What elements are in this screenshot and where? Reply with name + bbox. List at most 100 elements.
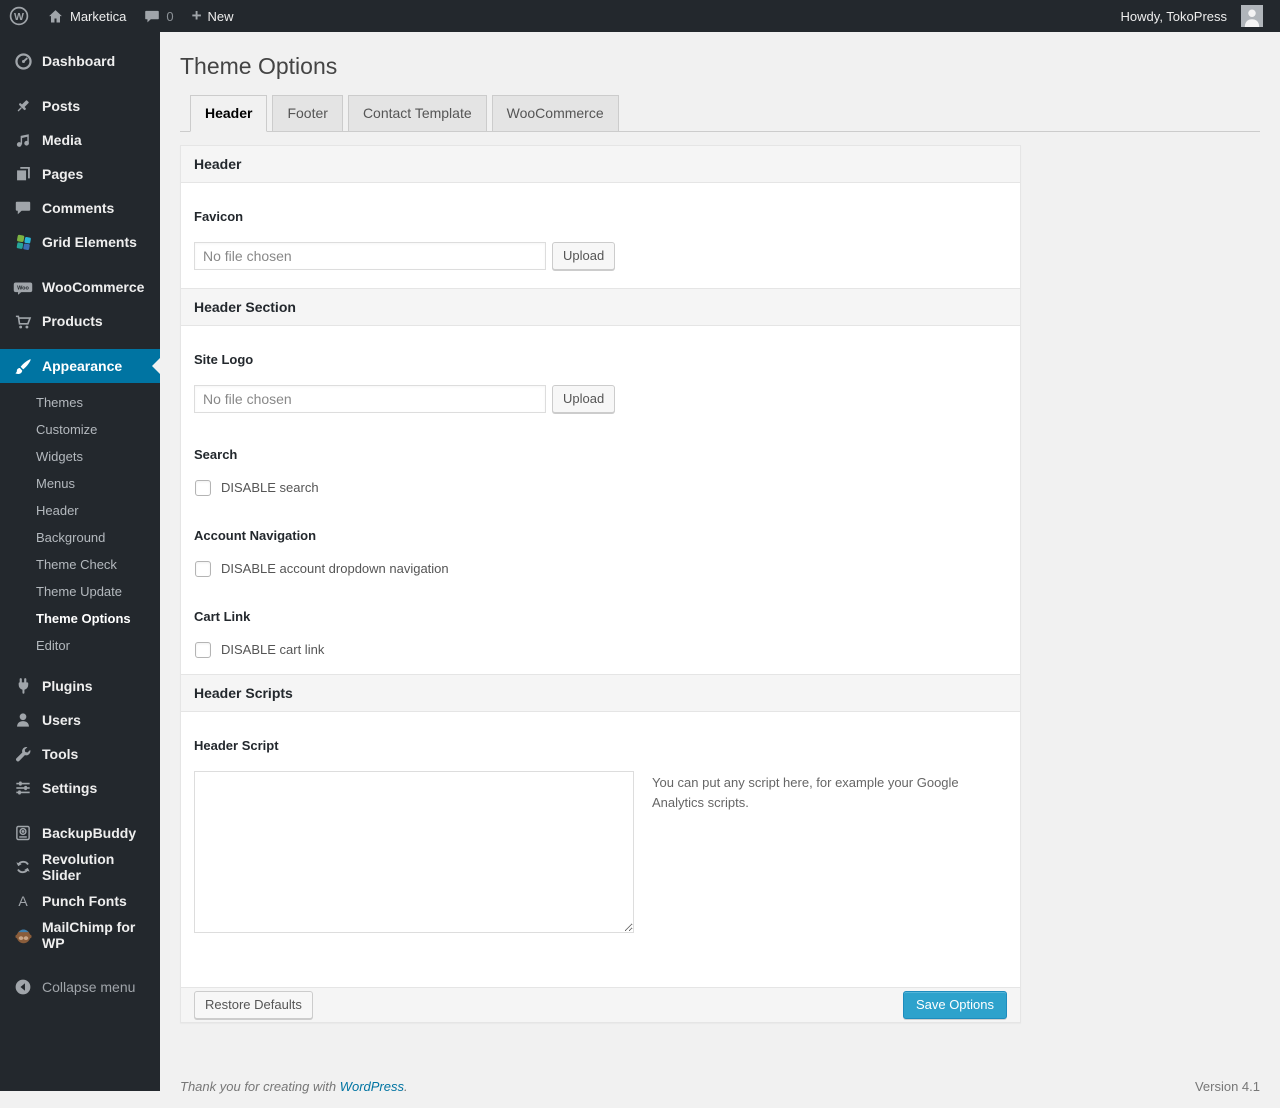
sidebar-item-woocommerce[interactable]: Woo WooCommerce <box>0 270 160 304</box>
sidebar-item-label: Punch Fonts <box>42 893 127 909</box>
sidebar-item-backupbuddy[interactable]: BackupBuddy <box>0 816 160 850</box>
favicon-file-input[interactable] <box>194 242 546 270</box>
new-label: New <box>208 9 234 24</box>
credit-prefix: Thank you for creating with <box>180 1079 340 1094</box>
field-label: Favicon <box>194 209 1007 224</box>
mailchimp-icon <box>13 925 33 945</box>
appearance-icon <box>13 356 33 376</box>
sidebar-item-products[interactable]: Products <box>0 304 160 338</box>
sidebar-item-label: BackupBuddy <box>42 825 136 841</box>
save-options-button[interactable]: Save Options <box>903 991 1007 1019</box>
restore-defaults-button[interactable]: Restore Defaults <box>194 991 313 1019</box>
tab-contact-template[interactable]: Contact Template <box>348 95 487 132</box>
woocommerce-icon: Woo <box>13 277 33 297</box>
header-script-textarea[interactable] <box>194 771 634 933</box>
sidebar-item-label: Appearance <box>42 358 122 374</box>
search-checkbox[interactable] <box>195 480 211 496</box>
avatar <box>1241 5 1263 27</box>
sidebar-item-label: Comments <box>42 200 114 216</box>
media-icon <box>13 130 33 150</box>
sidebar-menu: Dashboard PostsMedia Pages Comments Grid Ele… <box>0 44 160 1004</box>
field-label: Site Logo <box>194 352 1007 367</box>
panel-footer: Restore Defaults Save Options <box>181 987 1020 1022</box>
version-text: Version 4.1 <box>1195 1079 1260 1094</box>
submenu-item-widgets[interactable]: Widgets <box>0 443 160 470</box>
plugin-icon <box>13 676 33 696</box>
submenu-item-editor[interactable]: Editor <box>0 632 160 659</box>
svg-text:Woo: Woo <box>17 285 29 291</box>
pages-icon <box>13 164 33 184</box>
comments-shortcut[interactable]: 0 <box>135 0 182 32</box>
sidebar-item-grid-elements[interactable]: Grid Elements <box>0 225 160 259</box>
sidebar-item-collapse-menu[interactable]: Collapse menu <box>0 970 160 1004</box>
svg-text:W: W <box>14 11 24 23</box>
sidebar-item-label: Grid Elements <box>42 234 137 250</box>
account-menu[interactable]: Howdy, TokoPress <box>1112 0 1272 32</box>
collapse-icon <box>13 977 33 997</box>
cart-link-checkbox[interactable] <box>195 642 211 658</box>
menu-separator <box>0 78 160 89</box>
tab-woocommerce[interactable]: WooCommerce <box>492 95 619 132</box>
sidebar-item-label: Products <box>42 313 103 329</box>
submenu-item-theme-options[interactable]: Theme Options <box>0 605 160 632</box>
sidebar-item-media[interactable]: Media <box>0 123 160 157</box>
sidebar-item-label: Collapse menu <box>42 979 135 995</box>
settings-icon <box>13 778 33 798</box>
wordpress-menu[interactable]: W <box>0 0 38 32</box>
sidebar-item-users[interactable]: Users <box>0 703 160 737</box>
comment-bubble-icon <box>144 9 160 24</box>
grid-elements-icon <box>13 232 33 252</box>
letter-a-icon: A <box>13 891 33 911</box>
plus-icon: + <box>192 7 202 24</box>
sidebar-item-punch-fonts[interactable]: A Punch Fonts <box>0 884 160 918</box>
favicon-upload-button[interactable]: Upload <box>552 242 615 270</box>
admin-bar: W Marketica 0 + New Howdy, TokoPress <box>0 0 1280 32</box>
sidebar-item-appearance[interactable]: Appearance <box>0 349 160 383</box>
submenu-item-header[interactable]: Header <box>0 497 160 524</box>
dashboard-icon <box>13 51 33 71</box>
site-logo-field: Site Logo Upload <box>181 326 1020 431</box>
menu-separator <box>0 338 160 349</box>
sidebar-item-label: Settings <box>42 780 97 796</box>
submenu-item-customize[interactable]: Customize <box>0 416 160 443</box>
wordpress-link[interactable]: WordPress <box>340 1079 404 1094</box>
main-content: Theme Options HeaderFooterContact Templa… <box>160 0 1280 1108</box>
sidebar-item-dashboard[interactable]: Dashboard <box>0 44 160 78</box>
sidebar-item-label: Pages <box>42 166 83 182</box>
checkbox-label: DISABLE cart link <box>221 642 324 657</box>
favicon-field: Favicon Upload <box>181 183 1020 288</box>
submenu-item-background[interactable]: Background <box>0 524 160 551</box>
sidebar-item-revolution-slider[interactable]: Revolution Slider <box>0 850 160 884</box>
sidebar-item-pages[interactable]: Pages <box>0 157 160 191</box>
tab-bar: HeaderFooterContact TemplateWooCommerce <box>180 95 1260 132</box>
field-label: Header Script <box>194 738 1007 753</box>
account-navigation-checkbox[interactable] <box>195 561 211 577</box>
submenu-item-theme-check[interactable]: Theme Check <box>0 551 160 578</box>
section-title-header-section: Header Section <box>181 288 1020 326</box>
sidebar-item-plugins[interactable]: Plugins <box>0 669 160 703</box>
menu-separator <box>0 805 160 816</box>
sidebar-item-label: Revolution Slider <box>42 851 152 883</box>
sidebar-item-settings[interactable]: Settings <box>0 771 160 805</box>
wrench-icon <box>13 744 33 764</box>
wordpress-logo-icon: W <box>9 6 29 26</box>
field-label: Cart Link <box>194 609 1007 624</box>
sidebar-item-mailchimp[interactable]: MailChimp for WP <box>0 918 160 952</box>
tab-header[interactable]: Header <box>190 95 267 132</box>
site-logo-upload-button[interactable]: Upload <box>552 385 615 413</box>
sidebar-item-label: WooCommerce <box>42 279 144 295</box>
sidebar-item-posts[interactable]: Posts <box>0 89 160 123</box>
sidebar-item-tools[interactable]: Tools <box>0 737 160 771</box>
tab-footer[interactable]: Footer <box>272 95 342 132</box>
submenu-item-menus[interactable]: Menus <box>0 470 160 497</box>
submenu-item-themes[interactable]: Themes <box>0 389 160 416</box>
site-logo-file-input[interactable] <box>194 385 546 413</box>
submenu-item-theme-update[interactable]: Theme Update <box>0 578 160 605</box>
sidebar-item-comments[interactable]: Comments <box>0 191 160 225</box>
site-name: Marketica <box>70 9 126 24</box>
howdy-text: Howdy, TokoPress <box>1121 9 1227 24</box>
new-menu[interactable]: + New <box>183 0 243 32</box>
site-link[interactable]: Marketica <box>38 0 135 32</box>
search-field: SearchDISABLE search <box>181 431 1020 512</box>
section-title-header-scripts: Header Scripts <box>181 674 1020 712</box>
